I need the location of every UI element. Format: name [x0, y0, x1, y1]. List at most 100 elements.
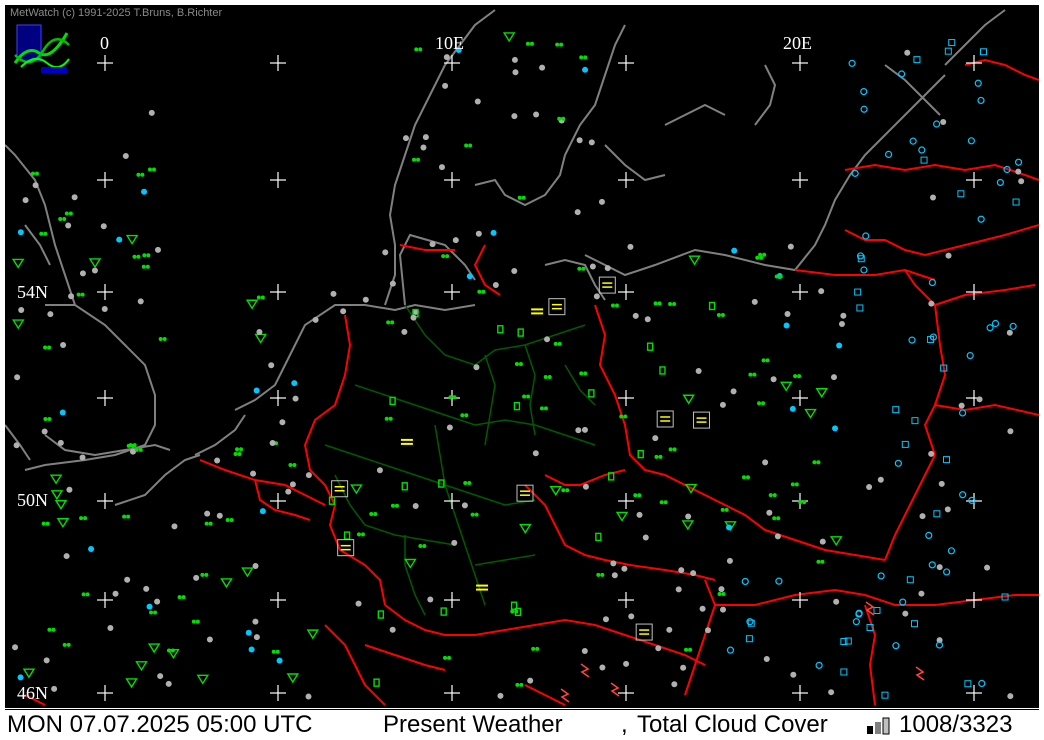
state-border-path [564, 364, 596, 406]
clear-sky-station [860, 105, 868, 113]
rain-symbol [422, 543, 427, 548]
rain-symbol [790, 482, 795, 487]
station-dot [429, 241, 436, 248]
rain-symbol [138, 447, 143, 452]
station-square [964, 680, 972, 688]
shower-triangle-symbol [519, 523, 532, 534]
station-dot [719, 401, 726, 408]
station-square [901, 440, 909, 448]
border-path [303, 314, 386, 606]
shower-triangle-symbol [12, 319, 25, 330]
rain-symbol [772, 516, 777, 521]
rain-symbol [447, 655, 452, 660]
shower-triangle-symbol [681, 520, 695, 531]
rain-symbol [62, 217, 67, 222]
rain-symbol [820, 559, 825, 564]
station-square [856, 304, 864, 312]
rain-symbol [517, 195, 522, 200]
station-dot [984, 564, 991, 571]
station-dot [389, 280, 396, 287]
rain-symbol [529, 41, 534, 46]
station-dot [91, 267, 98, 274]
state-border-path [364, 524, 456, 546]
station-square [1012, 198, 1020, 206]
border-path [524, 484, 716, 581]
clear-sky-station [276, 657, 283, 664]
rain-symbol [672, 302, 677, 307]
border-path [594, 304, 886, 561]
rain-symbol [388, 416, 393, 421]
shower-triangle-symbol [125, 678, 138, 689]
weather-map[interactable]: MetWatch (c) 1991-2025 T.Bruns, B.Richte… [5, 5, 1039, 708]
station-dot [253, 634, 260, 641]
rain-symbol [559, 42, 564, 47]
rain-symbol [151, 167, 156, 172]
rain-symbol [716, 313, 721, 318]
shower-triangle-symbol [147, 643, 161, 654]
shower-triangle-symbol [220, 578, 233, 589]
overcast-box-symbol [548, 298, 566, 316]
station-dot [904, 49, 911, 56]
border-path [934, 304, 947, 406]
coastline-path [24, 224, 51, 266]
rain-symbol [514, 609, 519, 614]
rain-symbol [136, 254, 141, 259]
rain-symbol [47, 345, 52, 350]
clear-sky-station [991, 319, 1000, 328]
rain-symbol [448, 395, 453, 400]
station-dot [680, 664, 687, 671]
station-dot [165, 680, 172, 687]
station-dot [598, 198, 605, 205]
station-dot [376, 467, 383, 474]
station-dot [787, 243, 794, 250]
clear-sky-station [848, 59, 856, 67]
rain-symbol [373, 512, 378, 517]
station-dot [32, 182, 39, 189]
station-dot [574, 209, 581, 216]
clear-sky-station [88, 545, 95, 552]
rain-symbol [623, 414, 628, 419]
clear-sky-station [852, 618, 860, 626]
rain-symbol [553, 341, 558, 346]
rain-symbol [547, 374, 552, 379]
rain-symbol [720, 313, 725, 318]
coastline-path [604, 144, 666, 182]
station-dot [611, 572, 618, 579]
rain-symbol [596, 572, 601, 577]
station-dot [473, 364, 480, 371]
german-state-borders [324, 304, 596, 616]
station-dot [828, 689, 835, 696]
status-bar: MON 07.07.2025 05:00 UTC Present Weather… [5, 709, 1039, 739]
rain-symbol [149, 610, 154, 615]
station-dot [636, 511, 643, 518]
rain-symbol [778, 274, 783, 279]
rain-symbol [721, 591, 726, 596]
rain-symbol [794, 482, 799, 487]
rain-symbol [761, 401, 766, 406]
station-dot [632, 312, 639, 319]
clear-sky-station [967, 137, 976, 145]
border-path [923, 403, 1039, 456]
rain-symbol [271, 649, 276, 654]
station-dot [930, 194, 937, 201]
rain-symbol [757, 401, 762, 406]
rain-symbol [134, 447, 139, 452]
station-dot [527, 677, 534, 684]
rain-symbol [235, 447, 240, 452]
station-dot [51, 685, 58, 692]
shower-symbol [646, 342, 654, 351]
clear-sky-station [977, 96, 985, 105]
rain-symbol [772, 493, 777, 498]
clear-sky-station [582, 66, 589, 73]
station-dot [63, 553, 70, 560]
rain-symbol [51, 627, 56, 632]
station-dot [539, 64, 546, 71]
rain-symbol [717, 591, 722, 596]
station-dot [427, 596, 434, 603]
rain-symbol [45, 521, 50, 526]
coastline-path [944, 9, 1006, 66]
clear-sky-station [943, 568, 951, 576]
rain-symbol [762, 252, 767, 257]
station-dot [840, 312, 847, 319]
clear-sky-station [909, 137, 917, 145]
